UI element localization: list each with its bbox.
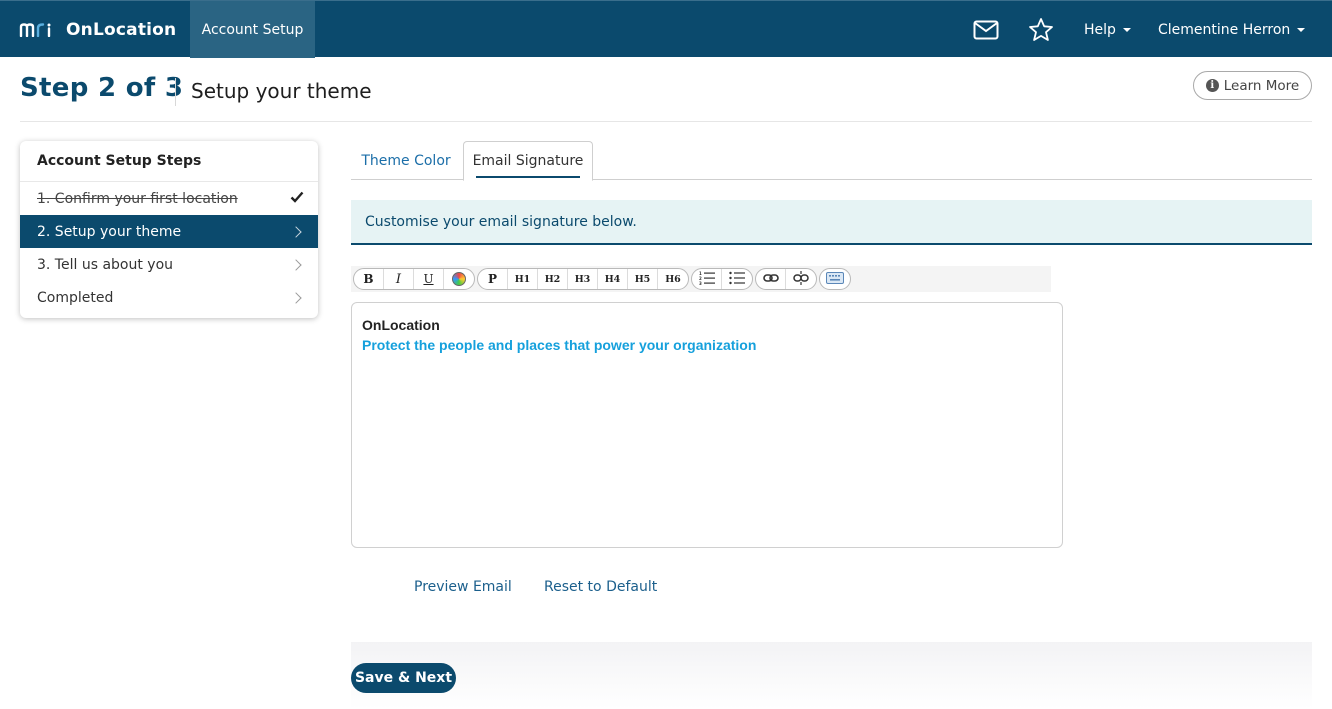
heading-group: P H1 H2 H3 H4 H5 H6 [477, 268, 689, 290]
text-color-button[interactable] [444, 269, 474, 289]
footer-bar [351, 642, 1312, 709]
nav-tab-account-setup[interactable]: Account Setup [190, 1, 315, 58]
reset-default-link[interactable]: Reset to Default [544, 579, 657, 595]
ordered-list-button[interactable]: 1 2 3 [692, 269, 722, 289]
tab-email-signature[interactable]: Email Signature [463, 141, 593, 181]
brand-name: OnLocation [66, 20, 177, 40]
h5-button[interactable]: H5 [628, 269, 658, 289]
link-icon [762, 273, 779, 286]
source-group [819, 268, 851, 290]
remove-link-button[interactable] [786, 269, 816, 289]
editor-toolbar: B I U P H1 H2 H3 H4 H5 H6 1 2 3 [351, 266, 1051, 292]
tab-email-signature-label: Email Signature [472, 153, 584, 169]
keyboard-button[interactable] [820, 269, 850, 289]
mri-logo [19, 23, 57, 37]
learn-more-label: Learn More [1223, 77, 1300, 94]
active-tab-indicator [476, 176, 580, 178]
step-item-setup-theme[interactable]: 2. Setup your theme [20, 215, 318, 248]
insert-link-button[interactable] [756, 269, 786, 289]
top-navbar: OnLocation Account Setup Help Clementine… [0, 0, 1332, 58]
setup-steps-panel: Account Setup Steps 1. Confirm your firs… [20, 141, 318, 318]
learn-more-button[interactable]: i Learn More [1193, 71, 1312, 100]
step-label: 1. Confirm your first location [37, 190, 238, 207]
header-divider-line [20, 121, 1312, 122]
svg-text:3: 3 [699, 281, 702, 285]
brand[interactable]: OnLocation [19, 18, 176, 42]
format-group: B I U [353, 268, 475, 290]
signature-editor[interactable]: OnLocation Protect the people and places… [351, 302, 1063, 548]
chevron-right-icon [290, 258, 302, 271]
checkmark-icon [290, 191, 304, 207]
help-label: Help [1084, 21, 1116, 38]
step-label: Completed [37, 289, 114, 306]
help-menu[interactable]: Help [1084, 1, 1131, 58]
header-divider [175, 78, 176, 106]
page-title: Setup your theme [191, 79, 372, 103]
chevron-right-icon [290, 225, 302, 238]
step-label: 3. Tell us about you [37, 256, 174, 273]
chevron-down-icon [1122, 27, 1131, 32]
underline-button[interactable]: U [414, 269, 444, 289]
h6-button[interactable]: H6 [658, 269, 688, 289]
step-label: 2. Setup your theme [37, 223, 182, 240]
step-item-confirm-location[interactable]: 1. Confirm your first location [20, 182, 318, 215]
preview-email-link[interactable]: Preview Email [414, 579, 512, 595]
chevron-right-icon [290, 291, 302, 304]
keyboard-icon [826, 271, 844, 287]
info-icon: i [1205, 79, 1219, 92]
user-menu[interactable]: Clementine Herron [1158, 1, 1306, 58]
link-group [755, 268, 817, 290]
steps-panel-title: Account Setup Steps [20, 141, 318, 182]
ordered-list-icon: 1 2 3 [699, 271, 715, 288]
info-banner: Customise your email signature below. [351, 200, 1312, 245]
theme-tabs: Theme Color Email Signature [351, 141, 1312, 181]
step-item-about-you[interactable]: 3. Tell us about you [20, 248, 318, 281]
h1-button[interactable]: H1 [508, 269, 538, 289]
save-next-button[interactable]: Save & Next [351, 663, 456, 693]
bullet-list-icon [729, 271, 745, 288]
color-picker-icon [452, 272, 466, 286]
user-name: Clementine Herron [1158, 21, 1291, 38]
h4-button[interactable]: H4 [598, 269, 628, 289]
step-title: Step 2 of 3 [20, 73, 184, 103]
italic-button[interactable]: I [384, 269, 414, 289]
tab-theme-color[interactable]: Theme Color [351, 141, 461, 180]
step-item-completed[interactable]: Completed [20, 281, 318, 314]
unordered-list-button[interactable] [722, 269, 752, 289]
list-group: 1 2 3 [691, 268, 753, 290]
h2-button[interactable]: H2 [538, 269, 568, 289]
h3-button[interactable]: H3 [568, 269, 598, 289]
mail-icon[interactable] [973, 17, 999, 43]
chevron-down-icon [1297, 27, 1306, 32]
bold-button[interactable]: B [354, 269, 384, 289]
paragraph-button[interactable]: P [478, 269, 508, 289]
signature-name: OnLocation [362, 317, 440, 333]
star-icon[interactable] [1028, 17, 1054, 43]
unlink-icon [793, 270, 809, 288]
signature-tagline: Protect the people and places that power… [362, 337, 757, 353]
